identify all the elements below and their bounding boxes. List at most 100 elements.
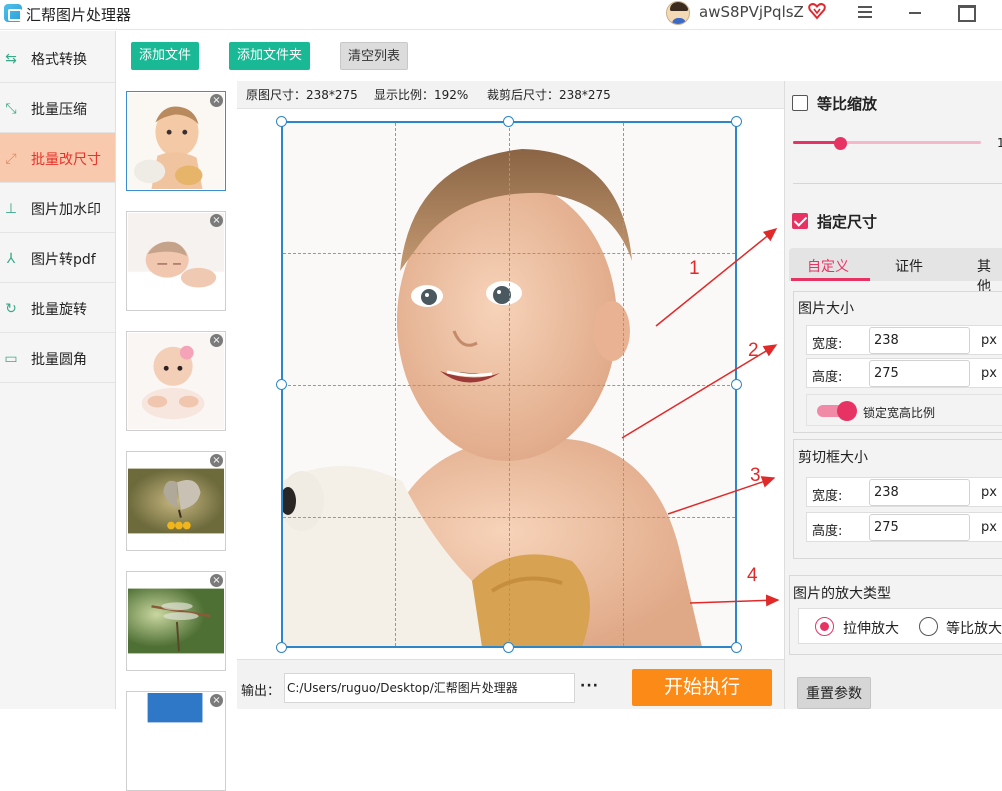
format-convert-icon: ⇆ [5,51,17,67]
user-avatar[interactable] [666,1,690,25]
watermark-icon: ⊥ [4,201,18,217]
image-height-label: 高度: [812,370,843,385]
minimize-icon[interactable] [905,4,925,20]
crop-handle-bottom-left[interactable] [276,642,287,653]
enlarge-type-group: 图片的放大类型 拉伸放大 等比放大 [789,575,1002,655]
reset-params-button[interactable]: 重置参数 [797,677,871,709]
crop-handle-left[interactable] [276,379,287,390]
scale-slider-fill [793,141,840,144]
image-width-input[interactable]: 238 [869,327,970,354]
sidebar-item-watermark[interactable]: ⊥ 图片加水印 [0,183,115,233]
scale-slider-track[interactable] [793,141,981,144]
sidebar-item-rounded-corner[interactable]: ▭ 批量圆角 [0,333,115,383]
remove-thumbnail-icon[interactable]: × [210,214,223,227]
sidebar-item-format-convert[interactable]: ⇆ 格式转换 [0,33,115,83]
crop-size-group: 剪切框大小 宽度: 238 px 高度: 275 px [793,439,1002,559]
display-ratio-text: 显示比例：192% [374,88,469,102]
enlarge-type-title: 图片的放大类型 [793,586,891,602]
sidebar-item-compress[interactable]: ⤡ 批量压缩 [0,83,115,133]
size-tabs: 自定义 证件 其他 [789,248,1002,295]
crop-handle-top[interactable] [503,116,514,127]
maximize-icon[interactable] [955,4,976,22]
annotation-number-4: 4 [747,565,758,586]
image-width-row: 宽度: 238 px [806,325,1002,355]
clear-list-button[interactable]: 清空列表 [340,42,408,70]
output-bar: 输出： C:/Users/ruguo/Desktop/汇帮图片处理器 ··· 开… [237,659,784,709]
crop-width-input[interactable]: 238 [869,479,970,506]
image-height-input[interactable]: 275 [869,360,970,387]
image-info-bar: 原图尺寸：238*275 显示比例：192% 裁剪后尺寸：238*275 [237,81,784,109]
remove-thumbnail-icon[interactable]: × [210,694,223,707]
crop-height-input[interactable]: 275 [869,514,970,541]
crop-handle-bottom[interactable] [503,642,514,653]
thumbnail-image [128,468,224,534]
browse-more-button[interactable]: ··· [580,678,599,694]
add-file-button[interactable]: 添加文件 [131,42,199,70]
remove-thumbnail-icon[interactable]: × [210,334,223,347]
thumbnail-baby-on-blanket[interactable]: × [126,331,226,431]
crop-height-row: 高度: 275 px [806,512,1002,542]
proportional-scale-label: 等比缩放 [817,95,878,113]
resize-icon: ⤢ [5,151,17,167]
rotate-icon: ↻ [5,301,17,317]
sidebar: ⇆ 格式转换 ⤡ 批量压缩 ⤢ 批量改尺寸 ⊥ 图片加水印 ⅄ 图片转pdf ↻… [0,31,116,709]
sidebar-item-label: 批量压缩 [31,102,87,118]
pdf-icon: ⅄ [6,251,16,267]
thumbnail-image [128,93,224,189]
specify-size-checkbox[interactable] [792,213,808,229]
image-width-label: 宽度: [812,337,843,352]
menu-icon[interactable] [855,4,875,20]
proportional-enlarge-radio[interactable] [919,617,938,636]
title-bar: 汇帮图片处理器 awS8PVjPqlsZ [0,0,1002,30]
sidebar-item-rotate[interactable]: ↻ 批量旋转 [0,283,115,333]
thumbnail-image [128,213,224,309]
start-button[interactable]: 开始执行 [632,669,772,706]
crop-size-title: 剪切框大小 [798,450,868,466]
cropped-size-text: 裁剪后尺寸：238*275 [487,88,611,102]
tab-other[interactable]: 其他 [977,256,1002,296]
stretch-enlarge-radio[interactable] [815,617,834,636]
crop-handle-top-right[interactable] [731,116,742,127]
vip-heart-icon[interactable] [808,2,826,20]
crop-box[interactable] [281,121,737,648]
thumbnail-sleeping-baby[interactable]: × [126,211,226,311]
crop-width-unit: px [981,485,997,500]
thumbnail-dragonfly[interactable]: × [126,571,226,671]
image-height-row: 高度: 275 px [806,358,1002,388]
crop-handle-bottom-right[interactable] [731,642,742,653]
proportional-scale-checkbox[interactable] [792,95,808,111]
app-title: 汇帮图片处理器 [26,6,132,24]
username[interactable]: awS8PVjPqlsZ [699,3,804,21]
output-label: 输出： [241,684,281,699]
scale-slider-knob[interactable] [834,137,847,150]
thumbnail-baby[interactable]: × [126,91,226,191]
annotation-number-2: 2 [748,340,759,361]
crop-handle-right[interactable] [731,379,742,390]
enlarge-type-options: 拉伸放大 等比放大 [798,608,1002,644]
remove-thumbnail-icon[interactable]: × [210,94,223,107]
lock-ratio-toggle[interactable] [817,401,857,421]
tab-custom[interactable]: 自定义 [807,256,849,276]
remove-thumbnail-icon[interactable]: × [210,574,223,587]
crop-handle-top-left[interactable] [276,116,287,127]
output-path-field[interactable]: C:/Users/ruguo/Desktop/汇帮图片处理器 [284,673,575,703]
remove-thumbnail-icon[interactable]: × [210,454,223,467]
sidebar-item-resize[interactable]: ⤢ 批量改尺寸 [0,133,115,183]
image-height-unit: px [981,366,997,381]
thumbnail-butterfly[interactable]: × [126,451,226,551]
stretch-enlarge-label: 拉伸放大 [843,621,899,637]
annotation-number-3: 3 [750,465,761,486]
thumbnail-image [128,693,224,789]
add-folder-button[interactable]: 添加文件夹 [229,42,310,70]
thumbnail-image [128,588,224,654]
app-logo-icon [4,4,22,22]
sidebar-item-to-pdf[interactable]: ⅄ 图片转pdf [0,233,115,283]
preview-canvas [237,109,784,659]
thumbnail-sky[interactable]: × [126,691,226,791]
sidebar-item-label: 批量旋转 [31,302,87,318]
tab-id-photo[interactable]: 证件 [895,256,923,276]
lock-ratio-label: 锁定宽高比例 [863,406,936,420]
lock-ratio-row: 锁定宽高比例 [806,394,1002,426]
scale-slider-value: 1 [997,136,1002,150]
crop-width-label: 宽度: [812,489,843,504]
